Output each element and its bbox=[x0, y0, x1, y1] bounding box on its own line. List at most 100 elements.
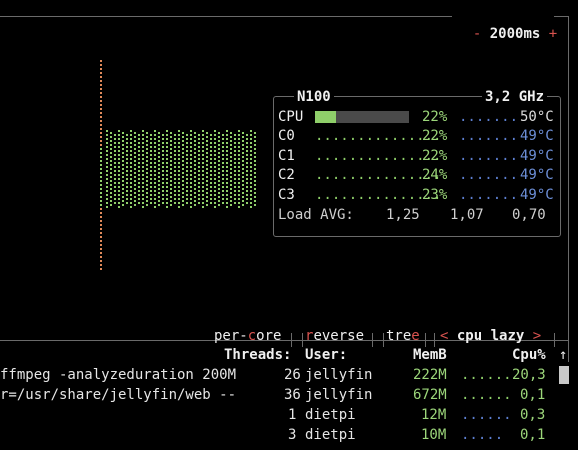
tab-separator bbox=[425, 333, 426, 347]
graph-column bbox=[234, 134, 236, 206]
sort-label: cpu lazy bbox=[456, 328, 525, 344]
process-user: jellyfin bbox=[305, 367, 373, 383]
graph-column bbox=[138, 134, 140, 206]
interval-decrease-button[interactable]: - bbox=[473, 26, 481, 42]
column-header-cpu[interactable]: Cpu% bbox=[512, 346, 546, 364]
column-header-threads[interactable]: Threads: bbox=[224, 346, 291, 364]
tab-per-core[interactable]: per-core bbox=[214, 327, 281, 345]
graph-column bbox=[198, 134, 200, 206]
tab-reverse[interactable]: reverse bbox=[305, 327, 364, 345]
graph-spike bbox=[100, 60, 102, 272]
cpu-total-meter-fill bbox=[315, 111, 336, 123]
interval-control: - 2000ms + bbox=[456, 7, 557, 43]
process-threads: 26 bbox=[284, 367, 301, 383]
process-cpu-graph: ...... bbox=[461, 407, 512, 423]
core-temp-graph: ....... bbox=[459, 167, 519, 183]
graph-column bbox=[238, 130, 240, 210]
graph-column bbox=[114, 134, 116, 206]
process-cpu-graph: ..... bbox=[461, 427, 504, 443]
cpu-frequency: 3,2 GHz bbox=[485, 89, 545, 105]
process-threads: 1 bbox=[288, 407, 297, 423]
graph-column bbox=[110, 132, 112, 208]
process-cmd[interactable]: r=/usr/share/jellyfin/web -- bbox=[0, 386, 236, 404]
core-label: C0 bbox=[278, 128, 295, 144]
tab-separator bbox=[302, 333, 303, 347]
cpu-name: N100 bbox=[297, 89, 331, 105]
process-cpu: 20,3 bbox=[512, 367, 546, 383]
core-temp-graph: ....... bbox=[459, 187, 519, 203]
graph-column bbox=[122, 132, 124, 208]
tab-separator bbox=[372, 333, 373, 347]
core-temp: 49°C bbox=[520, 167, 554, 183]
process-cpu: 0,1 bbox=[520, 427, 546, 443]
process-mem: 672M bbox=[413, 387, 447, 403]
sort-next-button[interactable]: > bbox=[533, 328, 541, 344]
core-pct: 23% bbox=[422, 187, 448, 203]
core-pct: 22% bbox=[422, 148, 448, 164]
graph-column bbox=[166, 130, 168, 210]
core-label: C2 bbox=[278, 167, 295, 183]
graph-column bbox=[118, 130, 120, 210]
process-threads: 36 bbox=[284, 387, 301, 403]
tab-separator bbox=[291, 333, 292, 347]
process-scrollbar-thumb[interactable] bbox=[559, 366, 569, 384]
update-interval: 2000ms bbox=[489, 26, 541, 42]
sort-prev-button[interactable]: < bbox=[440, 328, 448, 344]
graph-column bbox=[154, 130, 156, 210]
graph-column bbox=[254, 132, 256, 208]
graph-column bbox=[142, 130, 144, 210]
top-panel-border-top bbox=[0, 16, 452, 17]
core-pct: 24% bbox=[422, 167, 448, 183]
process-cpu-graph: ...... bbox=[461, 367, 512, 383]
cpu-total-temp-graph: ....... bbox=[459, 109, 519, 125]
graph-column bbox=[126, 134, 128, 206]
process-mem: 10M bbox=[421, 427, 447, 443]
load-avg-15: 0,70 bbox=[512, 207, 546, 223]
graph-column bbox=[226, 130, 228, 210]
core-temp: 49°C bbox=[520, 128, 554, 144]
graph-column bbox=[214, 130, 216, 210]
tab-tree[interactable]: tree bbox=[386, 327, 420, 345]
core-pct: 22% bbox=[422, 128, 448, 144]
load-avg-5: 1,07 bbox=[450, 207, 484, 223]
core-label: C1 bbox=[278, 148, 295, 164]
graph-column bbox=[130, 130, 132, 210]
column-header-user[interactable]: User: bbox=[305, 346, 347, 364]
graph-column bbox=[186, 134, 188, 206]
column-header-mem[interactable]: MemB bbox=[413, 346, 447, 364]
graph-column bbox=[222, 134, 224, 206]
graph-column bbox=[106, 130, 108, 210]
proc-panel-border-top bbox=[0, 340, 214, 341]
tab-separator bbox=[383, 333, 384, 347]
graph-column bbox=[210, 134, 212, 206]
graph-column bbox=[246, 134, 248, 206]
graph-column bbox=[250, 130, 252, 210]
core-temp: 49°C bbox=[520, 187, 554, 203]
tab-separator bbox=[434, 333, 435, 347]
cpu-total-temp: 50°C bbox=[520, 109, 554, 125]
process-cmd[interactable]: ffmpeg -analyzeduration 200M bbox=[0, 366, 236, 384]
graph-column bbox=[194, 132, 196, 208]
core-temp-graph: ....... bbox=[459, 148, 519, 164]
process-cpu-graph: ...... bbox=[461, 387, 512, 403]
cpu-freq-wrap: 3,2 GHz bbox=[482, 88, 548, 106]
graph-column bbox=[242, 132, 244, 208]
graph-column bbox=[170, 132, 172, 208]
core-temp: 49°C bbox=[520, 148, 554, 164]
process-cpu: 0,1 bbox=[520, 387, 546, 403]
cpu-total-pct: 22% bbox=[422, 109, 448, 125]
graph-column bbox=[150, 134, 152, 206]
interval-increase-button[interactable]: + bbox=[549, 26, 557, 42]
sort-selector[interactable]: < cpu lazy > bbox=[440, 327, 541, 345]
graph-column bbox=[162, 134, 164, 206]
graph-column bbox=[202, 130, 204, 210]
process-user: jellyfin bbox=[305, 387, 373, 403]
core-temp-graph: ....... bbox=[459, 128, 519, 144]
cpu-name-wrap: N100 bbox=[294, 88, 334, 106]
graph-column bbox=[182, 132, 184, 208]
top-panel-border-right bbox=[568, 16, 569, 340]
graph-column bbox=[174, 134, 176, 206]
load-avg-1: 1,25 bbox=[386, 207, 420, 223]
graph-column bbox=[178, 130, 180, 210]
tab-separator bbox=[554, 333, 555, 347]
